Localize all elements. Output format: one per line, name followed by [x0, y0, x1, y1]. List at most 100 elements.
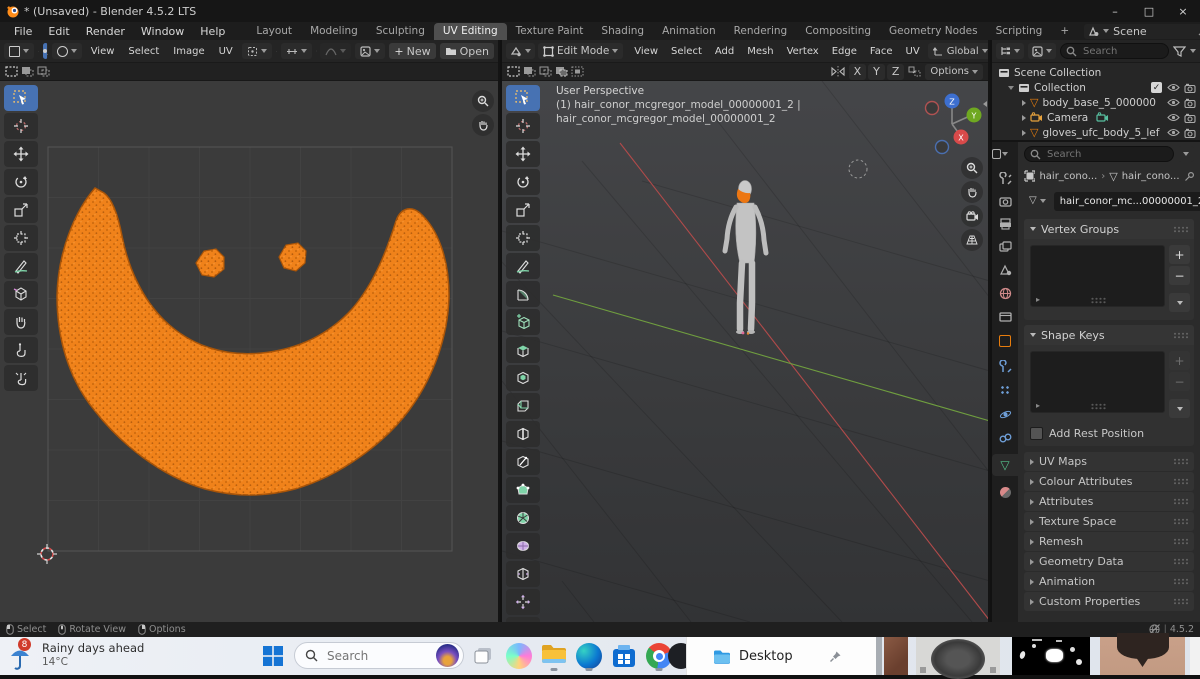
outliner-display-mode-button[interactable]	[1028, 43, 1056, 59]
tool-cursor-3d[interactable]	[506, 113, 540, 139]
vp-zoom-button[interactable]	[961, 157, 983, 179]
empty-object-gizmo[interactable]	[849, 160, 867, 178]
tab-render[interactable]	[997, 193, 1013, 209]
box-select-extend-icon[interactable]	[523, 66, 536, 77]
viewport-canvas[interactable]: Z Y X User Perspective (1) hair_conor_mc…	[502, 81, 990, 622]
uv-island-small-left[interactable]	[196, 249, 224, 277]
expand-icon[interactable]	[1022, 130, 1026, 136]
weather-widget[interactable]: 8 Rainy days ahead 14°C	[8, 640, 144, 670]
pin-icon[interactable]	[829, 650, 842, 663]
hide-eye-icon[interactable]	[1167, 83, 1180, 92]
uv-editor-type-button[interactable]	[4, 43, 34, 59]
uv-select-edge-button[interactable]	[47, 43, 48, 59]
image-new-button[interactable]: +New	[389, 43, 435, 59]
menu-help[interactable]: Help	[192, 25, 233, 38]
vp-menu-select[interactable]: Select	[666, 46, 707, 57]
close-button[interactable]: ×	[1166, 0, 1200, 22]
tab-constraints[interactable]	[997, 430, 1013, 446]
vp-camera-view-button[interactable]	[961, 205, 983, 227]
vp-menu-mesh[interactable]: Mesh	[742, 46, 778, 57]
panel-uv-maps[interactable]: UV Maps	[1024, 452, 1194, 471]
tool-tweak[interactable]	[4, 85, 38, 111]
tool-rotate[interactable]	[4, 169, 38, 195]
uv-menu-uv[interactable]: UV	[214, 46, 238, 57]
shape-keys-list[interactable]: ▸	[1030, 351, 1165, 413]
remove-shape-key-button[interactable]: −	[1169, 372, 1190, 391]
disable-render-icon[interactable]	[1184, 113, 1196, 123]
add-shape-key-button[interactable]: +	[1169, 351, 1190, 370]
mirror-x-toggle[interactable]: X	[849, 64, 867, 80]
tool-transform[interactable]	[4, 225, 38, 251]
checkbox-checked-icon[interactable]: ✓	[1151, 82, 1162, 93]
thumbnail-alpha-mask[interactable]	[1012, 637, 1090, 675]
orientation-selector[interactable]: Global	[928, 43, 988, 59]
vp-menu-add[interactable]: Add	[710, 46, 739, 57]
tool-move[interactable]	[4, 141, 38, 167]
tab-world[interactable]	[997, 285, 1013, 301]
app-copilot[interactable]	[506, 643, 532, 669]
image-browse-button[interactable]	[355, 43, 385, 59]
app-file-explorer[interactable]	[541, 643, 567, 673]
properties-type-button[interactable]	[992, 146, 1008, 162]
panel-animation[interactable]: Animation	[1024, 572, 1194, 591]
bing-daily-image[interactable]	[436, 644, 459, 667]
tab-compositing[interactable]: Compositing	[796, 23, 880, 40]
box-select-subtract-icon[interactable]	[539, 66, 552, 77]
tool-edge-slide[interactable]	[506, 561, 540, 587]
tab-object-data[interactable]: ▽	[992, 454, 1018, 476]
scene-selector[interactable]: Scene ×	[1084, 24, 1200, 39]
add-vertex-group-button[interactable]: +	[1169, 245, 1190, 264]
tab-uv-editing[interactable]: UV Editing	[434, 23, 507, 40]
shape-key-specials-button[interactable]	[1169, 399, 1190, 418]
outliner-row-body[interactable]: ▽ body_base_5_000000	[998, 95, 1196, 110]
tab-collection-props[interactable]	[997, 308, 1013, 324]
vp-menu-view[interactable]: View	[629, 46, 663, 57]
filter-icon[interactable]	[1173, 46, 1186, 57]
vp-menu-vertex[interactable]: Vertex	[782, 46, 824, 57]
tool-extrude-region[interactable]	[506, 337, 540, 363]
tab-shading[interactable]: Shading	[592, 23, 653, 40]
outliner-row-scene-collection[interactable]: Scene Collection	[998, 65, 1196, 80]
tool-shrink-fatten[interactable]	[506, 589, 540, 615]
tool-knife[interactable]	[506, 449, 540, 475]
box-select-new-icon[interactable]	[5, 66, 18, 77]
list-resize-grip[interactable]	[1090, 297, 1105, 304]
uv-menu-image[interactable]: Image	[168, 46, 209, 57]
app-store[interactable]	[611, 643, 637, 673]
tab-texture-paint[interactable]: Texture Paint	[507, 23, 593, 40]
tool-tweak-3d[interactable]	[506, 85, 540, 111]
taskbar-search-input[interactable]	[325, 648, 429, 664]
disable-render-icon[interactable]	[1184, 98, 1196, 108]
options-dropdown[interactable]: Options	[925, 64, 983, 80]
breadcrumb-data-name[interactable]: hair_cono...	[1122, 171, 1180, 182]
tab-rendering[interactable]: Rendering	[725, 23, 797, 40]
vp-menu-edge[interactable]: Edge	[827, 46, 862, 57]
maximize-button[interactable]: □	[1132, 0, 1166, 22]
tab-output[interactable]	[997, 216, 1013, 232]
box-select-difference-icon[interactable]	[571, 66, 584, 77]
thumbnail-partial-right[interactable]	[1190, 637, 1200, 675]
outliner-row-camera[interactable]: Camera	[998, 110, 1196, 125]
tool-poly-build[interactable]	[506, 477, 540, 503]
vertex-group-specials-button[interactable]	[1169, 293, 1190, 312]
tool-add-cube[interactable]	[506, 309, 540, 335]
list-expand-icon[interactable]: ▸	[1036, 401, 1040, 410]
tab-sculpting[interactable]: Sculpting	[367, 23, 434, 40]
tab-modeling[interactable]: Modeling	[301, 23, 367, 40]
tool-transform-3d[interactable]	[506, 225, 540, 251]
uv-2d-cursor[interactable]	[37, 544, 57, 564]
vp-menu-uv[interactable]: UV	[901, 46, 925, 57]
tool-loop-cut[interactable]	[506, 421, 540, 447]
tool-inset-faces[interactable]	[506, 365, 540, 391]
add-workspace-button[interactable]: +	[1051, 23, 1078, 40]
tab-scripting[interactable]: Scripting	[987, 23, 1052, 40]
mode-selector[interactable]: Edit Mode	[538, 43, 623, 59]
expand-icon[interactable]	[1022, 115, 1026, 121]
uv-canvas[interactable]: Resize	[0, 81, 500, 622]
thumbnail-head-back[interactable]	[1100, 637, 1185, 675]
shape-keys-header[interactable]: Shape Keys	[1024, 325, 1194, 345]
tab-material[interactable]	[997, 484, 1013, 500]
uv-island-small-right[interactable]	[279, 243, 306, 271]
uv-sync-icon[interactable]	[38, 45, 39, 58]
pin-icon[interactable]	[1184, 171, 1194, 182]
